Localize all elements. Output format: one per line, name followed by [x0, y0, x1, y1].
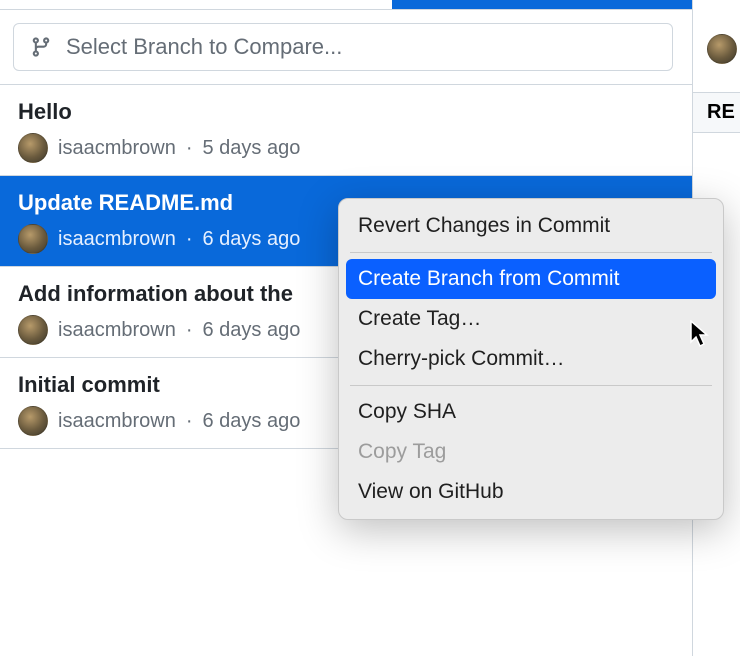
avatar: [18, 133, 48, 163]
avatar: [18, 224, 48, 254]
commit-title: Hello: [18, 99, 722, 125]
branch-selector[interactable]: Select Branch to Compare...: [13, 23, 673, 71]
commit-author: isaacmbrown: [58, 319, 176, 342]
commit-author: isaacmbrown: [58, 410, 176, 433]
commit-time: 6 days ago: [203, 319, 301, 342]
commit-author: isaacmbrown: [58, 137, 176, 160]
menu-separator: [350, 252, 712, 253]
branch-selector-placeholder: Select Branch to Compare...: [66, 34, 342, 60]
tab-bar: [0, 0, 740, 10]
commit-author: isaacmbrown: [58, 228, 176, 251]
commit-time: 6 days ago: [203, 228, 301, 251]
menu-item-copy-sha[interactable]: Copy SHA: [346, 392, 716, 432]
menu-separator: [350, 385, 712, 386]
menu-item-create-tag[interactable]: Create Tag…: [346, 299, 716, 339]
separator: ·: [186, 137, 193, 160]
commit-time: 6 days ago: [203, 410, 301, 433]
commit-meta: isaacmbrown · 5 days ago: [18, 133, 722, 163]
menu-item-view-github[interactable]: View on GitHub: [346, 472, 716, 512]
context-menu: Revert Changes in Commit Create Branch f…: [338, 198, 724, 520]
commit-time: 5 days ago: [203, 137, 301, 160]
separator: ·: [186, 410, 193, 433]
commit-item[interactable]: Hello isaacmbrown · 5 days ago: [0, 85, 740, 176]
avatar: [18, 406, 48, 436]
avatar: [707, 34, 737, 64]
menu-item-revert[interactable]: Revert Changes in Commit: [346, 206, 716, 246]
separator: ·: [186, 319, 193, 342]
menu-item-create-branch[interactable]: Create Branch from Commit: [346, 259, 716, 299]
git-branch-icon: [30, 36, 52, 58]
active-tab-indicator: [392, 0, 740, 9]
menu-item-copy-tag: Copy Tag: [346, 432, 716, 472]
avatar: [18, 315, 48, 345]
menu-item-cherry-pick[interactable]: Cherry-pick Commit…: [346, 339, 716, 379]
branch-selector-container: Select Branch to Compare...: [0, 10, 740, 85]
file-tab[interactable]: RE: [693, 92, 740, 133]
separator: ·: [186, 228, 193, 251]
cursor-icon: [690, 320, 712, 348]
